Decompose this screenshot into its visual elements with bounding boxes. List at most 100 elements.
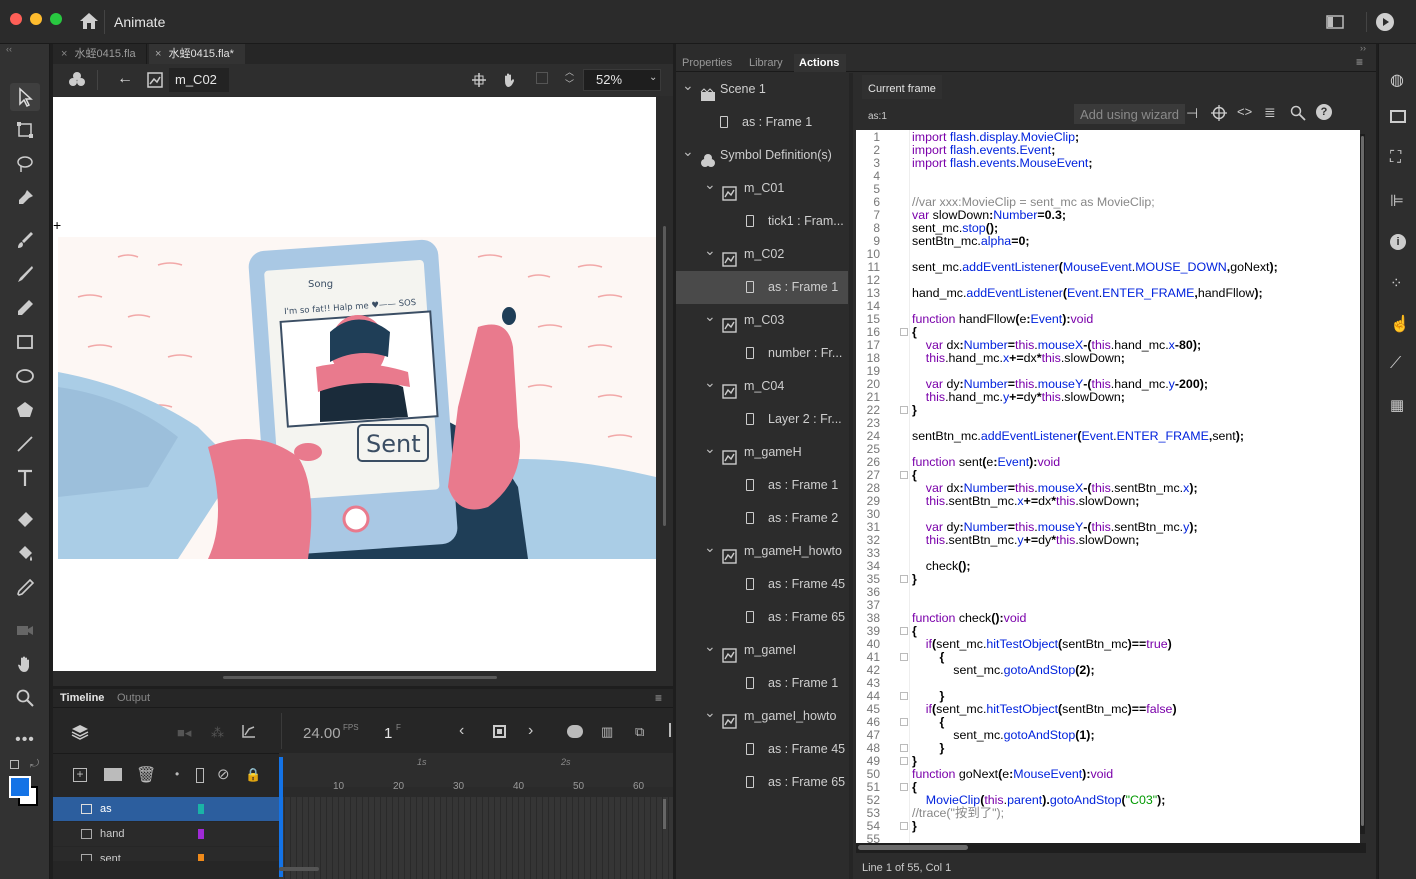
tab-actions[interactable]: Actions — [794, 54, 846, 72]
fold-marker-icon[interactable] — [900, 328, 908, 336]
eyedropper-tool[interactable] — [10, 574, 40, 602]
code-line[interactable]: //trace("按到了"); — [912, 807, 1004, 820]
chevron-down-icon[interactable]: ⌄ — [682, 139, 694, 168]
code-line[interactable]: function sent(e:Event):void — [912, 456, 1060, 469]
workspace-layout-icon[interactable] — [1326, 14, 1344, 33]
code-horizontal-scrollbar[interactable] — [858, 845, 968, 850]
code-line[interactable]: this.hand_mc.y+=dy*this.slowDown; — [912, 391, 1125, 404]
close-tab-icon[interactable]: × — [155, 48, 161, 60]
code-line[interactable]: import flash.events.MouseEvent; — [912, 157, 1093, 170]
timeline-more-icon[interactable] — [669, 723, 671, 737]
navigator-item[interactable]: ⌄ Scene 1 — [676, 73, 848, 106]
code-line[interactable]: this.sentBtn_mc.x+=dx*this.slowDown; — [912, 495, 1140, 508]
motion-presets-icon[interactable]: ☝ — [1390, 314, 1410, 334]
fold-marker-icon[interactable] — [900, 718, 908, 726]
layers-icon[interactable] — [71, 723, 89, 744]
components-icon[interactable]: ⁘ — [1390, 274, 1403, 292]
fold-marker-icon[interactable] — [900, 744, 908, 752]
fold-marker-icon[interactable] — [900, 471, 908, 479]
delete-layer-icon[interactable]: 🗑 — [136, 765, 156, 785]
code-line[interactable]: sentBtn_mc.addEventListener(Event.ENTER_… — [912, 430, 1244, 443]
navigator-item[interactable]: as : Frame 2 — [676, 502, 848, 535]
fold-marker-icon[interactable] — [900, 757, 908, 765]
chevron-down-icon[interactable]: ⌄ — [704, 535, 716, 564]
previous-frame-icon[interactable]: ‹ — [459, 722, 464, 740]
graph-icon[interactable] — [241, 723, 257, 742]
playhead[interactable] — [279, 757, 283, 877]
code-line[interactable] — [912, 833, 915, 843]
doc-tab-2[interactable]: × 水蛭0415.fla* — [149, 44, 245, 64]
hand-tool[interactable] — [10, 650, 40, 678]
code-line[interactable]: if(sent_mc.hitTestObject(sentBtn_mc)==fa… — [912, 703, 1177, 716]
home-icon[interactable] — [79, 12, 99, 33]
layer-row-hand[interactable]: hand — [53, 822, 279, 846]
back-arrow-icon[interactable]: ← — [117, 70, 133, 88]
navigator-item[interactable]: as : Frame 1 — [676, 271, 848, 304]
chevron-down-icon[interactable]: ⌄ — [704, 238, 716, 267]
current-frame[interactable]: 1 — [384, 725, 392, 742]
clip-content-icon[interactable] — [536, 72, 548, 84]
panel-menu-icon[interactable]: ≡ — [1356, 55, 1363, 69]
stage-canvas[interactable]: + Sent Song I'm so fat!! Halp me ♥—— SOS — [53, 97, 656, 671]
navigator-item[interactable]: as : Frame 1 — [676, 667, 848, 700]
add-using-wizard-button[interactable]: Add using wizard — [1074, 104, 1185, 124]
tab-current-frame[interactable]: Current frame — [862, 75, 942, 101]
fold-marker-icon[interactable] — [900, 692, 908, 700]
zoom-dropdown-icon[interactable]: ⌄ — [649, 72, 657, 83]
chevron-down-icon[interactable]: ⌄ — [682, 73, 694, 102]
swatches-icon[interactable] — [1390, 110, 1406, 123]
info-icon[interactable]: i — [1390, 234, 1406, 250]
layer-name[interactable]: sent — [100, 847, 121, 861]
code-line[interactable]: function check():void — [912, 612, 1026, 625]
default-colors-icon[interactable] — [10, 760, 19, 769]
edit-symbols-icon[interactable] — [67, 71, 87, 92]
layer-color-swatch[interactable] — [198, 854, 204, 861]
fold-marker-icon[interactable] — [900, 783, 908, 791]
navigator-item[interactable]: as : Frame 65 — [676, 601, 848, 634]
pin-script-icon[interactable]: ⊣ — [1186, 105, 1198, 122]
maximize-window-button[interactable] — [50, 13, 62, 25]
highlight-layer-icon[interactable]: • — [175, 767, 179, 781]
close-window-button[interactable] — [10, 13, 22, 25]
transform-icon[interactable]: ⛶ — [1390, 149, 1401, 167]
navigator-item[interactable]: tick1 : Fram... — [676, 205, 848, 238]
navigator-item[interactable]: as : Frame 1 — [676, 469, 848, 502]
doc-tab-1[interactable]: × 水蛭0415.fla — [53, 44, 147, 64]
chevron-down-icon[interactable]: ⌄ — [704, 436, 716, 465]
code-line[interactable]: function goNext(e:MouseEvent):void — [912, 768, 1113, 781]
lock-layer-icon[interactable]: 🔒 — [245, 767, 261, 783]
line-tool[interactable] — [10, 430, 40, 458]
navigator-item[interactable]: ⌄ m_C03 — [676, 304, 848, 337]
chevron-down-icon[interactable]: ⌄ — [704, 172, 716, 201]
outline-layer-icon[interactable] — [196, 768, 204, 783]
navigator-item[interactable]: ⌄ m_gameI_howto — [676, 700, 848, 733]
code-line[interactable]: sentBtn_mc.alpha=0; — [912, 235, 1030, 248]
text-tool[interactable] — [10, 464, 40, 492]
fold-marker-icon[interactable] — [900, 575, 908, 583]
rectangle-tool[interactable] — [10, 328, 40, 356]
navigator-item[interactable]: as : Frame 45 — [676, 733, 848, 766]
insert-target-path-icon[interactable] — [1211, 105, 1227, 124]
more-tools-icon[interactable]: ••• — [10, 726, 40, 754]
lasso-tool[interactable] — [10, 150, 40, 178]
zoom-tool[interactable] — [10, 684, 40, 712]
paint-brush-tool[interactable] — [10, 226, 40, 254]
fold-marker-icon[interactable] — [900, 406, 908, 414]
motion-editor-icon[interactable]: ⟋ — [1390, 355, 1401, 373]
new-folder-icon[interactable] — [104, 768, 122, 781]
collapse-panel-icon[interactable]: ›› — [1360, 43, 1366, 53]
align-icon[interactable]: ⊫ — [1390, 191, 1404, 211]
assets-icon[interactable]: ◍ — [1390, 70, 1404, 90]
navigator-item[interactable]: ⌄ m_C01 — [676, 172, 848, 205]
tab-output[interactable]: Output — [117, 692, 150, 704]
free-transform-tool[interactable] — [10, 116, 40, 144]
fps-value[interactable]: 24.00 — [303, 725, 341, 742]
tab-library[interactable]: Library — [749, 57, 783, 69]
layer-color-swatch[interactable] — [198, 804, 204, 814]
chevron-down-icon[interactable]: ⌄ — [704, 634, 716, 663]
navigator-item[interactable]: ⌄ m_C02 — [676, 238, 848, 271]
camera-icon[interactable]: ■◂ — [177, 725, 191, 741]
layer-depth-icon[interactable]: ⁂ — [211, 725, 224, 741]
frame-cells[interactable] — [279, 797, 673, 879]
navigator-item[interactable]: ⌄ m_gameH — [676, 436, 848, 469]
